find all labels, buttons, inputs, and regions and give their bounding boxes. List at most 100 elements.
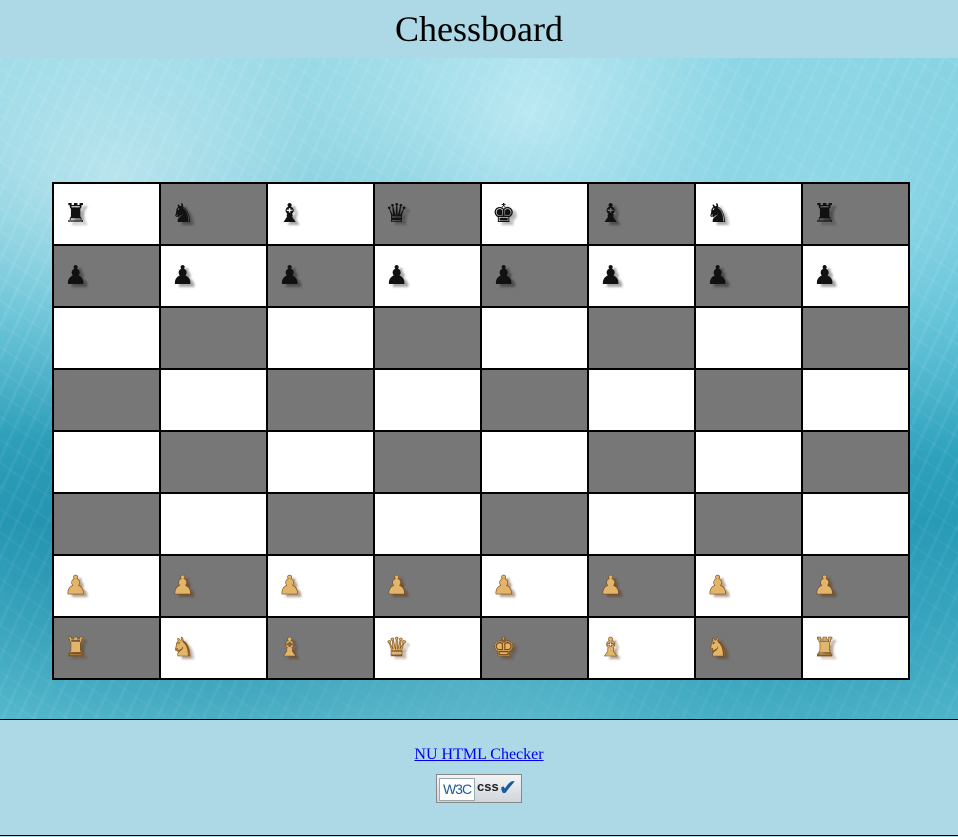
chessboard: ♜ ♞ ♝ ♛ ♚ ♝ ♞ ♜ ♟ ♟ ♟ ♟ ♟ ♟ ♟ ♟ ♟ ♟ ♟ ♟ ♟ ♟ ♟ ♟ ♜ ♞ ♝ ♛ ♚ ♝ ♞ ♜ — [52, 182, 910, 680]
white-pawn-icon[interactable]: ♟ — [64, 573, 88, 600]
square-b3[interactable] — [159, 492, 268, 556]
square-h8[interactable]: ♜ — [801, 182, 910, 246]
square-g3[interactable] — [694, 492, 803, 556]
black-bishop-icon[interactable]: ♝ — [599, 201, 622, 227]
square-a8[interactable]: ♜ — [52, 182, 161, 246]
square-c3[interactable] — [266, 492, 375, 556]
square-c6[interactable] — [266, 306, 375, 370]
square-h5[interactable] — [801, 368, 910, 432]
square-e4[interactable] — [480, 430, 589, 494]
square-c2[interactable]: ♟ — [266, 554, 375, 618]
square-e2[interactable]: ♟ — [480, 554, 589, 618]
square-e8[interactable]: ♚ — [480, 182, 589, 246]
square-g1[interactable]: ♞ — [694, 616, 803, 680]
square-a1[interactable]: ♜ — [52, 616, 161, 680]
square-d3[interactable] — [373, 492, 482, 556]
white-pawn-icon[interactable]: ♟ — [706, 573, 730, 600]
square-f1[interactable]: ♝ — [587, 616, 696, 680]
square-a7[interactable]: ♟ — [52, 244, 161, 308]
white-pawn-icon[interactable]: ♟ — [492, 573, 516, 600]
square-b8[interactable]: ♞ — [159, 182, 268, 246]
square-b2[interactable]: ♟ — [159, 554, 268, 618]
square-g7[interactable]: ♟ — [694, 244, 803, 308]
black-knight-icon[interactable]: ♞ — [706, 201, 729, 227]
white-pawn-icon[interactable]: ♟ — [385, 573, 409, 600]
black-pawn-icon[interactable]: ♟ — [64, 263, 87, 289]
black-king-icon[interactable]: ♚ — [492, 201, 515, 227]
square-e3[interactable] — [480, 492, 589, 556]
board-rank-1: ♜ ♞ ♝ ♛ ♚ ♝ ♞ ♜ — [52, 616, 910, 680]
square-f8[interactable]: ♝ — [587, 182, 696, 246]
square-d4[interactable] — [373, 430, 482, 494]
black-pawn-icon[interactable]: ♟ — [492, 263, 515, 289]
square-a3[interactable] — [52, 492, 161, 556]
square-c7[interactable]: ♟ — [266, 244, 375, 308]
square-h7[interactable]: ♟ — [801, 244, 910, 308]
square-h6[interactable] — [801, 306, 910, 370]
square-a5[interactable] — [52, 368, 161, 432]
square-g4[interactable] — [694, 430, 803, 494]
black-pawn-icon[interactable]: ♟ — [706, 263, 729, 289]
nu-html-checker-link[interactable]: NU HTML Checker — [414, 746, 543, 764]
white-king-icon[interactable]: ♚ — [492, 635, 516, 662]
square-b7[interactable]: ♟ — [159, 244, 268, 308]
white-bishop-icon[interactable]: ♝ — [278, 635, 302, 662]
square-b5[interactable] — [159, 368, 268, 432]
square-a6[interactable] — [52, 306, 161, 370]
square-c4[interactable] — [266, 430, 375, 494]
square-d6[interactable] — [373, 306, 482, 370]
square-f4[interactable] — [587, 430, 696, 494]
square-g2[interactable]: ♟ — [694, 554, 803, 618]
black-rook-icon[interactable]: ♜ — [813, 201, 836, 227]
square-g5[interactable] — [694, 368, 803, 432]
square-g6[interactable] — [694, 306, 803, 370]
square-h2[interactable]: ♟ — [801, 554, 910, 618]
black-queen-icon[interactable]: ♛ — [385, 201, 408, 227]
white-rook-icon[interactable]: ♜ — [813, 635, 837, 662]
w3c-css-valid-badge-icon[interactable]: W3C css ✔ — [436, 774, 522, 803]
black-bishop-icon[interactable]: ♝ — [278, 201, 301, 227]
square-d2[interactable]: ♟ — [373, 554, 482, 618]
square-d8[interactable]: ♛ — [373, 182, 482, 246]
square-d7[interactable]: ♟ — [373, 244, 482, 308]
square-a4[interactable] — [52, 430, 161, 494]
black-knight-icon[interactable]: ♞ — [171, 201, 194, 227]
white-knight-icon[interactable]: ♞ — [706, 635, 730, 662]
white-queen-icon[interactable]: ♛ — [385, 635, 409, 662]
square-c8[interactable]: ♝ — [266, 182, 375, 246]
black-pawn-icon[interactable]: ♟ — [171, 263, 194, 289]
square-b6[interactable] — [159, 306, 268, 370]
square-f6[interactable] — [587, 306, 696, 370]
square-f5[interactable] — [587, 368, 696, 432]
square-a2[interactable]: ♟ — [52, 554, 161, 618]
white-pawn-icon[interactable]: ♟ — [278, 573, 302, 600]
square-g8[interactable]: ♞ — [694, 182, 803, 246]
square-d1[interactable]: ♛ — [373, 616, 482, 680]
white-pawn-icon[interactable]: ♟ — [171, 573, 195, 600]
black-pawn-icon[interactable]: ♟ — [278, 263, 301, 289]
square-e1[interactable]: ♚ — [480, 616, 589, 680]
white-knight-icon[interactable]: ♞ — [171, 635, 195, 662]
square-e5[interactable] — [480, 368, 589, 432]
black-rook-icon[interactable]: ♜ — [64, 201, 87, 227]
square-h4[interactable] — [801, 430, 910, 494]
square-c1[interactable]: ♝ — [266, 616, 375, 680]
white-bishop-icon[interactable]: ♝ — [599, 635, 623, 662]
black-pawn-icon[interactable]: ♟ — [599, 263, 622, 289]
square-e6[interactable] — [480, 306, 589, 370]
square-h1[interactable]: ♜ — [801, 616, 910, 680]
white-rook-icon[interactable]: ♜ — [64, 635, 88, 662]
square-c5[interactable] — [266, 368, 375, 432]
square-d5[interactable] — [373, 368, 482, 432]
square-b4[interactable] — [159, 430, 268, 494]
square-f7[interactable]: ♟ — [587, 244, 696, 308]
square-b1[interactable]: ♞ — [159, 616, 268, 680]
white-pawn-icon[interactable]: ♟ — [599, 573, 623, 600]
black-pawn-icon[interactable]: ♟ — [813, 263, 836, 289]
square-f3[interactable] — [587, 492, 696, 556]
white-pawn-icon[interactable]: ♟ — [813, 573, 837, 600]
square-f2[interactable]: ♟ — [587, 554, 696, 618]
square-e7[interactable]: ♟ — [480, 244, 589, 308]
black-pawn-icon[interactable]: ♟ — [385, 263, 408, 289]
square-h3[interactable] — [801, 492, 910, 556]
